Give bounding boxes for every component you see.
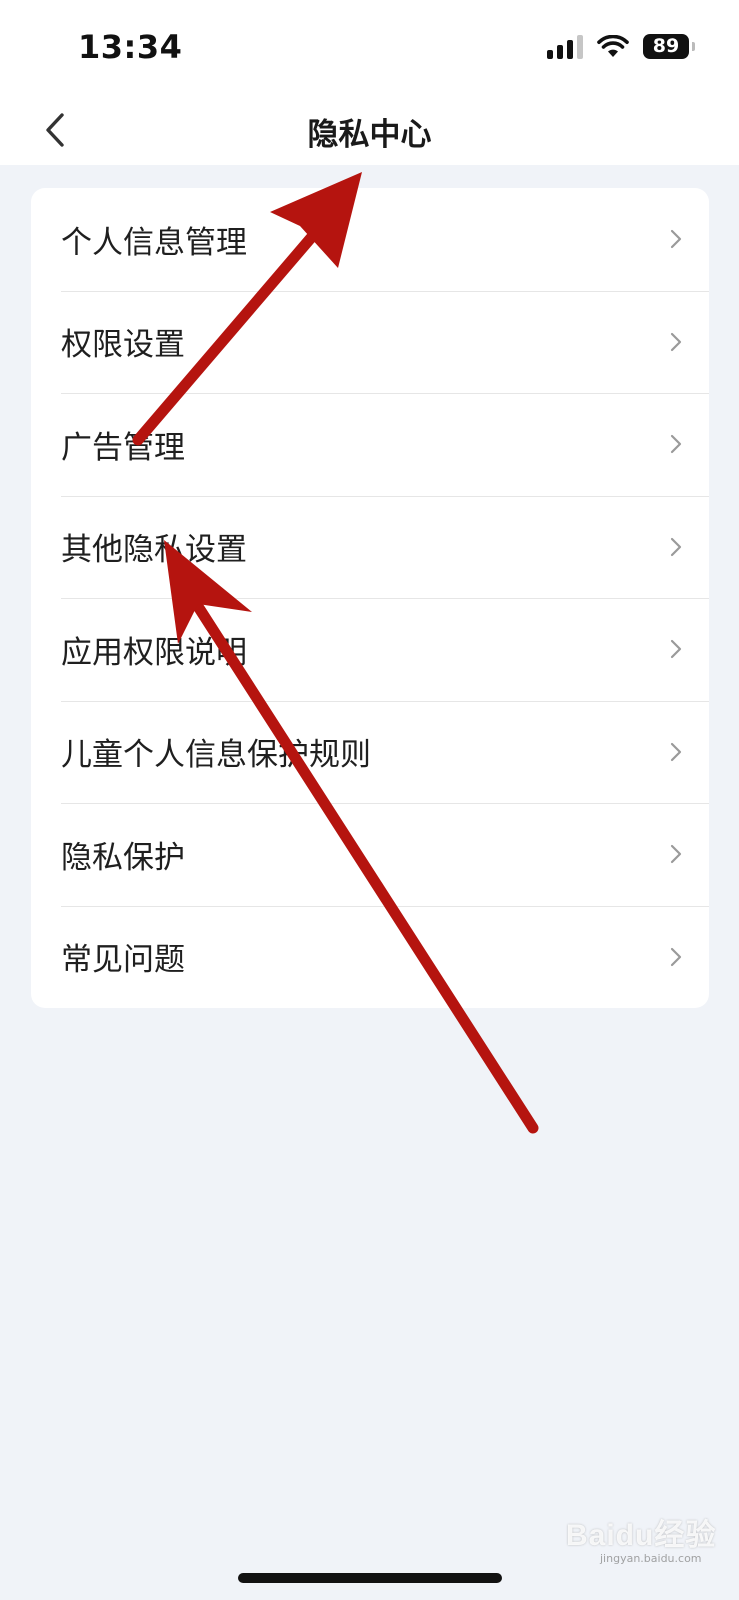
menu-item-privacy-protection[interactable]: 隐私保护 xyxy=(31,803,709,906)
menu-item-label: 广告管理 xyxy=(61,429,185,466)
status-icons: 89 xyxy=(547,34,695,59)
status-time: 13:34 xyxy=(78,28,183,66)
menu-item-ad-management[interactable]: 广告管理 xyxy=(31,393,709,496)
page-title: 隐私中心 xyxy=(307,117,432,153)
baidu-watermark-url: jingyan.baidu.com xyxy=(600,1552,702,1565)
chevron-right-icon xyxy=(670,537,682,556)
nav-bar: 隐私中心 xyxy=(0,95,739,165)
status-bar: 13:34 89 xyxy=(0,0,739,95)
chevron-right-icon xyxy=(670,332,682,351)
chevron-right-icon xyxy=(670,640,682,659)
menu-item-label: 隐私保护 xyxy=(61,839,185,876)
menu-item-faq[interactable]: 常见问题 xyxy=(31,905,709,1009)
menu-item-label: 常见问题 xyxy=(61,942,185,979)
chevron-right-icon xyxy=(670,435,682,454)
baidu-watermark-logo: Baidu经验 xyxy=(566,1519,717,1552)
menu-item-child-info-protection[interactable]: 儿童个人信息保护规则 xyxy=(31,700,709,804)
signal-icon xyxy=(547,34,583,59)
home-indicator xyxy=(238,1573,502,1583)
chevron-right-icon xyxy=(670,845,682,864)
menu-item-personal-info[interactable]: 个人信息管理 xyxy=(31,188,709,291)
menu-item-label: 儿童个人信息保护规则 xyxy=(61,737,371,774)
menu-item-other-privacy-settings[interactable]: 其他隐私设置 xyxy=(31,495,709,599)
menu-item-label: 其他隐私设置 xyxy=(61,532,247,569)
wifi-icon xyxy=(597,34,629,57)
chevron-right-icon xyxy=(670,230,682,249)
menu-item-permission-settings[interactable]: 权限设置 xyxy=(31,290,709,394)
menu-item-label: 应用权限说明 xyxy=(61,634,247,671)
menu-item-label: 个人信息管理 xyxy=(61,224,247,261)
battery-icon: 89 xyxy=(643,34,695,59)
chevron-right-icon xyxy=(670,947,682,966)
menu-list: 个人信息管理 权限设置 广告管理 其他隐私设置 应用权限说明 儿童个人信息保护规… xyxy=(31,188,709,1008)
menu-item-app-permission-info[interactable]: 应用权限说明 xyxy=(31,598,709,701)
menu-item-label: 权限设置 xyxy=(61,327,185,364)
chevron-right-icon xyxy=(670,742,682,761)
